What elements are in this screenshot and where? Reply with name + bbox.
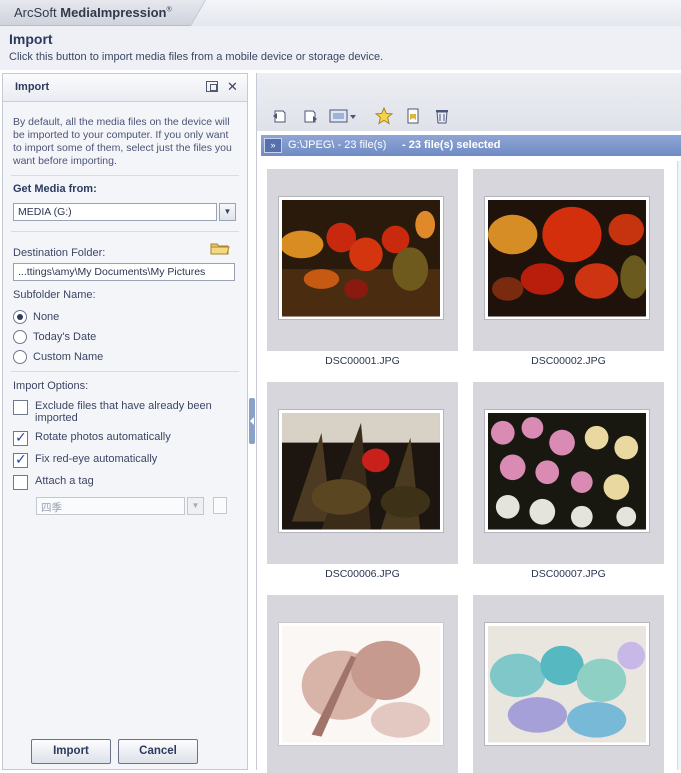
photo-frame — [278, 409, 444, 533]
panel-title: Import — [15, 81, 50, 93]
radio-label: None — [33, 311, 60, 323]
option-label: Exclude files that have already been imp… — [35, 400, 212, 424]
thumbnail-name: DSC00002.JPG — [531, 355, 606, 367]
cancel-button[interactable]: Cancel — [118, 739, 198, 764]
destination-label: Destination Folder: — [13, 247, 106, 259]
vertical-scrollbar[interactable] — [677, 161, 681, 770]
checkbox[interactable] — [13, 400, 28, 415]
thumbnail-item[interactable]: DSC00002.JPG — [473, 169, 664, 367]
option-fix-red-eye[interactable]: Fix red-eye automatically — [13, 451, 225, 468]
photo-frame — [484, 622, 650, 746]
option-rotate-photos[interactable]: Rotate photos automatically — [13, 429, 225, 446]
title-bar-tail — [190, 0, 681, 26]
close-icon[interactable]: ✕ — [227, 79, 238, 95]
photo-image — [488, 413, 646, 530]
thumbnail-item[interactable] — [473, 595, 664, 773]
rotate-right-icon[interactable] — [301, 107, 319, 125]
photo-frame — [484, 409, 650, 533]
toolbar — [257, 73, 681, 131]
radio-todays-date[interactable]: Today's Date — [13, 329, 96, 345]
photo-image — [282, 200, 440, 317]
import-button[interactable]: Import — [31, 739, 111, 764]
subfolder-label: Subfolder Name: — [13, 289, 96, 301]
photo-image — [282, 413, 440, 530]
thumbnail-item[interactable]: DSC00007.JPG — [473, 382, 664, 580]
photo-frame — [484, 196, 650, 320]
chevron-down-icon[interactable]: ▼ — [187, 497, 204, 515]
page-header: Import Click this button to import media… — [0, 26, 681, 70]
folder-path: G:\JPEG\ - 23 file(s) — [288, 139, 387, 151]
option-label: Attach a tag — [35, 475, 94, 487]
radio-label: Custom Name — [33, 351, 104, 363]
view-mode-icon[interactable] — [329, 107, 357, 125]
radio-button[interactable] — [13, 350, 27, 364]
thumbnail-item[interactable]: DSC00006.JPG — [267, 382, 458, 580]
tag-input[interactable]: 四季 — [36, 497, 185, 515]
checkbox[interactable] — [13, 475, 28, 490]
page-title: Import — [9, 31, 53, 47]
import-panel: Import ✕ By default, all the media files… — [2, 73, 248, 770]
tag-icon[interactable] — [404, 107, 422, 125]
title-bar: ArcSoft MediaImpression® — [0, 0, 681, 26]
radio-none[interactable]: None — [13, 309, 59, 325]
destination-field[interactable]: ...ttings\amy\My Documents\My Pictures — [13, 263, 235, 281]
photo-image — [488, 626, 646, 743]
checkbox[interactable] — [13, 451, 28, 468]
radio-button[interactable] — [13, 330, 27, 344]
brand-name: MediaImpression — [60, 5, 167, 20]
photo-image — [488, 200, 646, 317]
divider — [11, 371, 239, 372]
divider — [11, 175, 239, 176]
selection-count: - 23 file(s) selected — [402, 139, 501, 151]
delete-icon[interactable] — [433, 107, 451, 125]
photo-frame — [278, 196, 444, 320]
brand-prefix: ArcSoft — [14, 5, 57, 20]
new-tag-icon[interactable] — [213, 497, 227, 514]
folder-icon[interactable] — [210, 241, 230, 255]
radio-label: Today's Date — [33, 331, 97, 343]
dock-icon[interactable] — [206, 81, 218, 92]
star-icon[interactable] — [375, 107, 393, 125]
page-description: Click this button to import media files … — [9, 51, 384, 63]
divider — [11, 231, 239, 232]
thumbnail-item[interactable] — [267, 595, 458, 773]
radio-custom-name[interactable]: Custom Name — [13, 349, 103, 365]
thumbnail-name: DSC00001.JPG — [325, 355, 400, 367]
radio-button[interactable] — [13, 310, 27, 324]
collapse-panel-handle[interactable] — [249, 398, 255, 444]
checkbox[interactable] — [13, 429, 28, 446]
option-label: Rotate photos automatically — [35, 431, 171, 443]
option-label: Fix red-eye automatically — [35, 453, 158, 465]
panel-header: Import ✕ — [3, 74, 247, 102]
photo-frame — [278, 622, 444, 746]
app-brand: ArcSoft MediaImpression® — [14, 5, 172, 20]
get-media-label: Get Media from: — [13, 183, 97, 195]
option-attach-tag[interactable]: Attach a tag — [13, 475, 225, 490]
thumbnail-item[interactable]: DSC00001.JPG — [267, 169, 458, 367]
thumbnail-name: DSC00007.JPG — [531, 568, 606, 580]
media-browser: » G:\JPEG\ - 23 file(s) - 23 file(s) sel… — [256, 73, 681, 773]
panel-intro: By default, all the media files on the d… — [13, 116, 232, 167]
import-options-label: Import Options: — [13, 380, 89, 392]
path-bar: » G:\JPEG\ - 23 file(s) - 23 file(s) sel… — [261, 135, 681, 156]
photo-image — [282, 626, 440, 743]
trademark: ® — [166, 6, 172, 14]
double-arrow-icon[interactable]: » — [264, 138, 282, 153]
option-exclude-imported[interactable]: Exclude files that have already been imp… — [13, 400, 225, 424]
chevron-down-icon[interactable]: ▼ — [219, 203, 236, 221]
media-source-select[interactable]: MEDIA (G:) — [13, 203, 217, 221]
thumbnail-name: DSC00006.JPG — [325, 568, 400, 580]
rotate-left-icon[interactable] — [271, 107, 289, 125]
